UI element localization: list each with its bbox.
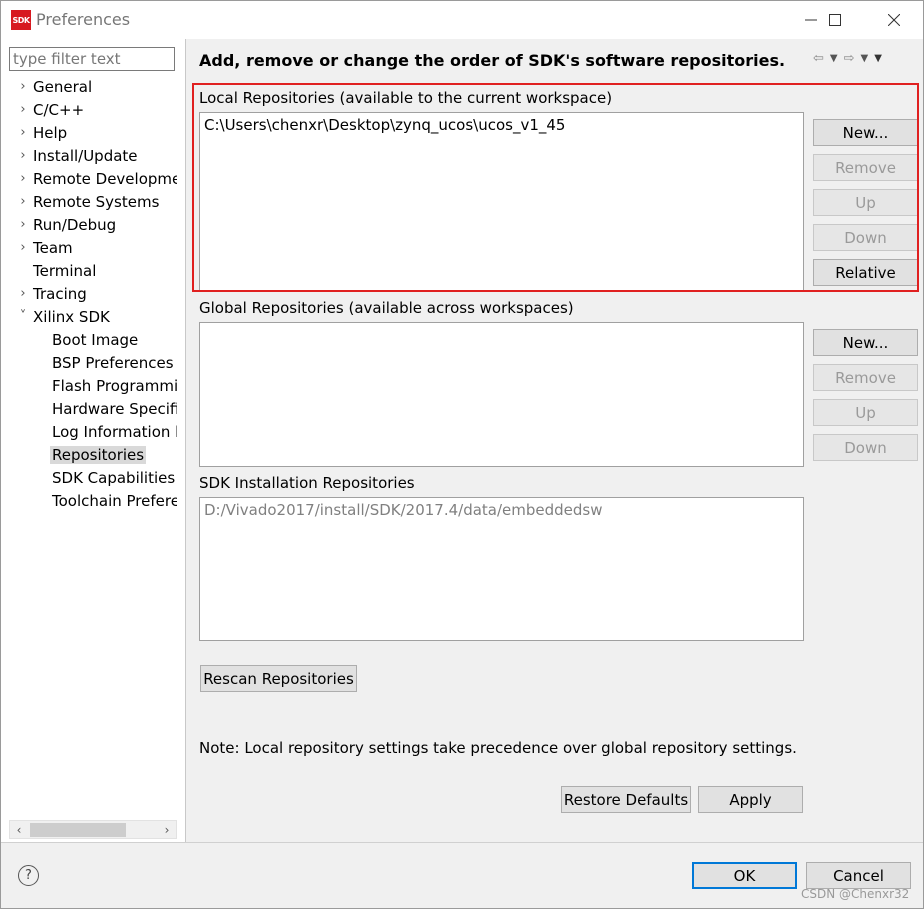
page-navigation: ⇦ ▼ ⇨ ▼ ▼ (813, 48, 917, 68)
tree-item[interactable]: › Tracing (15, 282, 89, 305)
cancel-button[interactable]: Cancel (806, 862, 911, 889)
maximize-button[interactable] (812, 1, 858, 39)
tree-item-label: Terminal (33, 261, 97, 280)
tree-item[interactable]: ˅ Xilinx SDK (15, 305, 112, 328)
chevron-right-icon[interactable]: › (15, 148, 31, 163)
list-item: D:/Vivado2017/install/SDK/2017.4/data/em… (204, 501, 603, 519)
tree-item-label: Xilinx SDK (33, 307, 110, 326)
red-highlight-annotation (192, 83, 919, 292)
tree-item[interactable]: SDK Capabilities (50, 466, 177, 489)
tree-item-label: Tracing (33, 284, 87, 303)
global-repositories-list[interactable] (199, 322, 804, 467)
close-icon (888, 14, 900, 26)
chevron-down-icon[interactable]: ˅ (15, 309, 31, 324)
tree-item[interactable]: BSP Preferences (50, 351, 176, 374)
chevron-right-icon[interactable]: › (15, 217, 31, 232)
window-title: Preferences (36, 10, 131, 29)
chevron-right-icon[interactable]: › (15, 286, 31, 301)
global-new-button[interactable]: New... (813, 329, 918, 356)
tree-item-label: C/C++ (33, 100, 85, 119)
global-remove-button[interactable]: Remove (813, 364, 918, 391)
tree-item[interactable]: › Remote Developme (15, 167, 177, 190)
tree-item-label: Repositories (50, 445, 147, 464)
panel-divider[interactable] (185, 39, 186, 842)
back-dropdown-icon[interactable]: ▼ (830, 53, 838, 64)
sdk-app-icon: SDK (11, 10, 31, 30)
tree-item[interactable]: › Team (15, 236, 75, 259)
tree-item-label: BSP Preferences (52, 353, 174, 372)
back-arrow-icon[interactable]: ⇦ (813, 51, 824, 66)
tree-item[interactable]: › Help (15, 121, 69, 144)
page-title: Add, remove or change the order of SDK's… (199, 51, 786, 70)
tree-item[interactable]: Toolchain Prefere (50, 489, 177, 512)
close-button[interactable] (871, 1, 917, 39)
tree-item-label: Help (33, 123, 68, 142)
preference-tree: › General › C/C++ › Help › Install/Update › Remot… (1, 75, 177, 819)
scroll-right-icon[interactable]: › (158, 821, 176, 838)
chevron-right-icon[interactable]: › (15, 102, 31, 117)
global-repositories-label: Global Repositories (available across wo… (199, 299, 574, 317)
apply-button[interactable]: Apply (698, 786, 803, 813)
tree-item[interactable]: Log Information l (50, 420, 177, 443)
precedence-note: Note: Local repository settings take pre… (199, 739, 797, 757)
restore-defaults-button[interactable]: Restore Defaults (561, 786, 691, 813)
tree-item-label: SDK Capabilities (52, 468, 176, 487)
forward-arrow-icon[interactable]: ⇨ (844, 51, 855, 66)
chevron-right-icon[interactable]: › (15, 79, 31, 94)
left-panel: ›General›C/C++›Help›Install/Update›Remot… (1, 39, 185, 842)
tree-item[interactable]: Terminal (15, 259, 98, 282)
tree-item[interactable]: › Remote Systems (15, 190, 161, 213)
footer-divider (1, 842, 923, 843)
installation-repositories-list[interactable]: D:/Vivado2017/install/SDK/2017.4/data/em… (199, 497, 804, 641)
tree-item-label: Team (33, 238, 73, 257)
ok-button[interactable]: OK (692, 862, 797, 889)
tree-item-label: Flash Programmin (52, 376, 177, 395)
chevron-right-icon[interactable]: › (15, 171, 31, 186)
tree-item[interactable]: › Install/Update (15, 144, 140, 167)
tree-item[interactable]: › Run/Debug (15, 213, 118, 236)
installation-repositories-label: SDK Installation Repositories (199, 474, 415, 492)
help-icon[interactable]: ? (18, 865, 39, 886)
tree-item[interactable]: Boot Image (50, 328, 140, 351)
tree-item-label: General (33, 77, 93, 96)
global-up-button[interactable]: Up (813, 399, 918, 426)
tree-item[interactable]: Flash Programmin (50, 374, 177, 397)
title-bar: SDK Preferences (1, 1, 923, 39)
tree-item[interactable]: Repositories (50, 443, 147, 466)
view-menu-icon[interactable]: ▼ (874, 53, 882, 64)
tree-item-label: Run/Debug (33, 215, 117, 234)
tree-item[interactable]: › General (15, 75, 94, 98)
tree-item-label: Toolchain Prefere (52, 491, 177, 510)
tree-item-label: Log Information l (52, 422, 177, 441)
maximize-icon (829, 14, 841, 26)
tree-item-label: Remote Systems (33, 192, 160, 211)
tree-item-label: Hardware Specifi (52, 399, 177, 418)
preferences-window: SDK Preferences ›General›C/C++›Help›Inst… (0, 0, 924, 909)
tree-item-label: Install/Update (33, 146, 138, 165)
forward-dropdown-icon[interactable]: ▼ (861, 53, 869, 64)
scrollbar-thumb[interactable] (30, 823, 126, 837)
chevron-right-icon[interactable]: › (15, 194, 31, 209)
watermark-text: CSDN @Chenxr32 (801, 887, 910, 901)
chevron-right-icon[interactable]: › (15, 240, 31, 255)
filter-input[interactable] (9, 47, 175, 71)
scroll-left-icon[interactable]: ‹ (10, 821, 28, 838)
horizontal-scrollbar[interactable]: ‹ › (9, 820, 177, 839)
tree-item-label: Boot Image (52, 330, 139, 349)
rescan-repositories-button[interactable]: Rescan Repositories (200, 665, 357, 692)
global-down-button[interactable]: Down (813, 434, 918, 461)
tree-item[interactable]: › C/C++ (15, 98, 86, 121)
tree-item-label: Remote Developme (33, 169, 177, 188)
chevron-right-icon[interactable]: › (15, 125, 31, 140)
tree-item[interactable]: Hardware Specifi (50, 397, 177, 420)
